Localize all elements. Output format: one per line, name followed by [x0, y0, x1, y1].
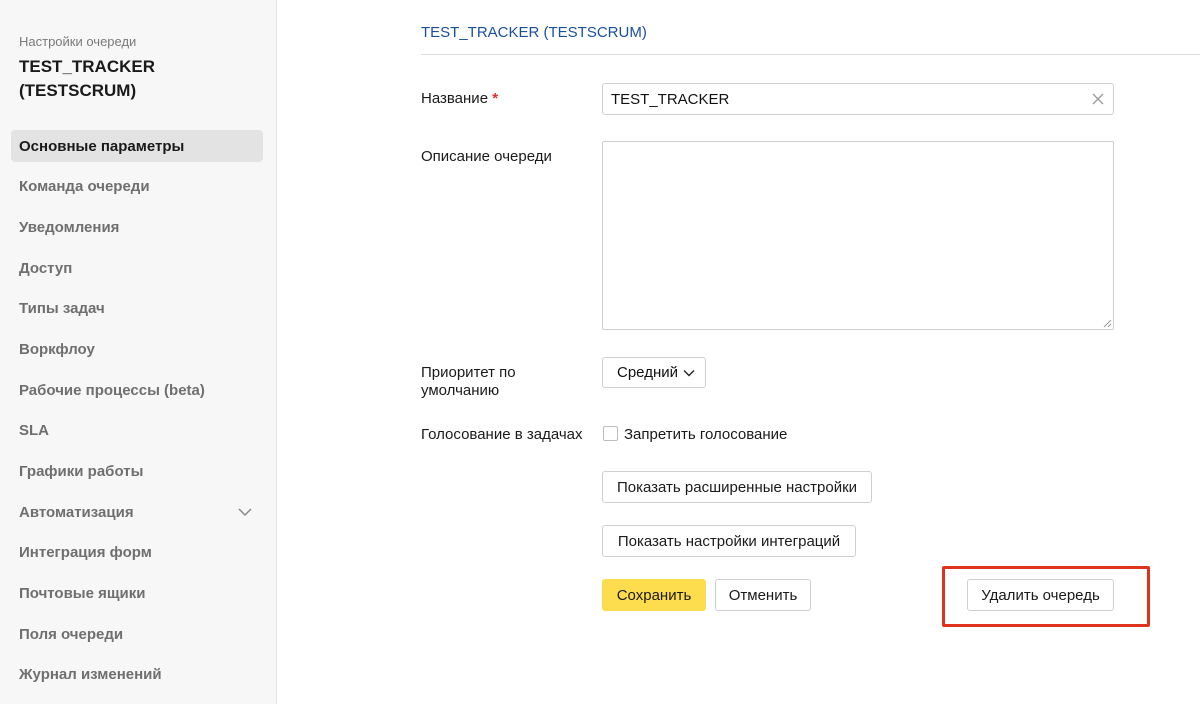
sidebar-item-automation[interactable]: Автоматизация: [11, 496, 263, 528]
sidebar-item-notifications[interactable]: Уведомления: [11, 211, 263, 243]
chevron-down-icon: [683, 369, 695, 376]
sidebar-nav: Основные параметры Команда очереди Уведо…: [11, 130, 263, 700]
sidebar-item-sla[interactable]: SLA: [11, 415, 263, 447]
sidebar-item-queue-fields[interactable]: Поля очереди: [11, 618, 263, 650]
sidebar-item-label: Журнал изменений: [19, 666, 162, 684]
sidebar-item-label: SLA: [19, 422, 49, 440]
required-mark: *: [492, 90, 499, 107]
priority-select-value: Средний: [617, 364, 678, 381]
sidebar-item-label: Интеграция форм: [19, 544, 152, 562]
voting-label: Голосование в задачах: [421, 426, 583, 443]
sidebar-item-label: Основные параметры: [19, 137, 185, 155]
sidebar-item-workflow[interactable]: Воркфлоу: [11, 333, 263, 365]
sidebar-item-label: Графики работы: [19, 463, 144, 480]
sidebar-item-label: Рабочие процессы (beta): [19, 381, 205, 399]
close-icon[interactable]: [1089, 90, 1107, 108]
sidebar-item-work-processes[interactable]: Рабочие процессы (beta): [11, 374, 263, 406]
sidebar-item-schedules[interactable]: Графики работы: [11, 456, 263, 488]
chevron-down-icon[interactable]: [237, 505, 253, 519]
sidebar-item-mailboxes[interactable]: Почтовые ящики: [11, 578, 263, 610]
sidebar-item-label: Доступ: [19, 259, 73, 277]
sidebar-item-label: Автоматизация: [19, 503, 134, 521]
disable-voting-label[interactable]: Запретить голосование: [624, 426, 787, 444]
sidebar: Настройки очереди TEST_TRACKER (TESTSCRU…: [0, 0, 277, 704]
disable-voting-checkbox[interactable]: [603, 426, 618, 441]
save-button[interactable]: Сохранить: [602, 579, 706, 611]
sidebar-item-form-integration[interactable]: Интеграция форм: [11, 537, 263, 569]
sidebar-caption: Настройки очереди: [19, 34, 137, 49]
sidebar-item-label: Команда очереди: [19, 178, 150, 196]
sidebar-item-access[interactable]: Доступ: [11, 252, 263, 284]
sidebar-item-label: Почтовые ящики: [19, 585, 146, 603]
sidebar-item-basic-params[interactable]: Основные параметры: [11, 130, 263, 162]
resize-grip-icon[interactable]: [1102, 318, 1112, 328]
name-label-text: Название: [421, 90, 489, 107]
delete-highlight-frame: [942, 566, 1150, 627]
breadcrumb[interactable]: TEST_TRACKER (TESTSCRUM): [421, 24, 647, 41]
sidebar-item-label: Уведомления: [19, 218, 120, 236]
sidebar-item-label: Поля очереди: [19, 625, 124, 643]
show-integration-settings-button[interactable]: Показать настройки интеграций: [602, 525, 856, 557]
queue-title: TEST_TRACKER (TESTSCRUM): [19, 57, 156, 100]
sidebar-item-label: Воркфлоу: [19, 340, 95, 358]
cancel-button[interactable]: Отменить: [715, 579, 811, 611]
show-advanced-settings-button[interactable]: Показать расширенные настройки: [602, 471, 872, 503]
sidebar-item-team[interactable]: Команда очереди: [11, 171, 263, 203]
sidebar-item-changelog[interactable]: Журнал изменений: [11, 659, 263, 691]
priority-select[interactable]: Средний: [602, 357, 706, 388]
priority-label: Приоритет по умолчанию: [421, 364, 516, 399]
description-label: Описание очереди: [421, 148, 552, 165]
description-textarea[interactable]: [602, 141, 1114, 330]
name-input[interactable]: [602, 83, 1114, 115]
sidebar-item-issue-types[interactable]: Типы задач: [11, 293, 263, 325]
sidebar-item-label: Типы задач: [19, 300, 105, 318]
header-divider: [421, 54, 1200, 55]
name-label: Название *: [421, 90, 498, 108]
